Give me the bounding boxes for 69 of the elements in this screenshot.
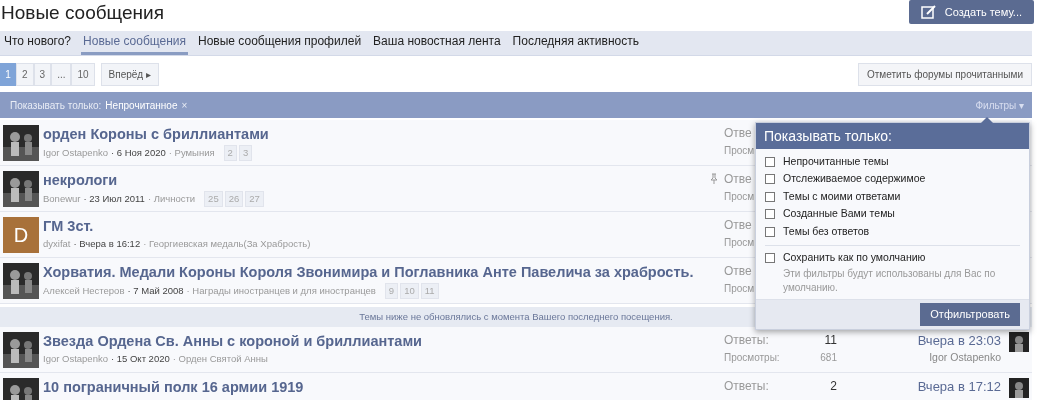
forum-link[interactable]: · Георгиевская медаль(За Храбрость) — [143, 237, 311, 251]
checkbox[interactable] — [765, 253, 775, 264]
page-link[interactable]: ... — [51, 62, 72, 86]
views-label: Просм — [724, 190, 755, 204]
thread-title[interactable]: Звезда Ордена Св. Анны с короной и бриллиантами — [43, 332, 709, 351]
popup-title: Показывать только: — [756, 123, 1029, 149]
mark-read-button[interactable]: Отметить форумы прочитанными — [858, 62, 1032, 86]
post-date: · 7 Май 2008 — [127, 284, 184, 298]
filter-option[interactable]: Непрочитанные темы — [765, 153, 1020, 171]
edit-icon — [920, 5, 937, 19]
nav-tab[interactable]: Что нового? — [2, 33, 74, 55]
replies-count: 11 — [824, 332, 838, 349]
page-link[interactable]: 2 — [16, 62, 34, 86]
replies-label: Отве — [724, 171, 752, 188]
checkbox[interactable] — [765, 156, 775, 167]
nav-tab[interactable]: Ваша новостная лента — [371, 33, 503, 55]
nav-tab[interactable]: Последняя активность — [510, 33, 641, 55]
thread-title[interactable]: Хорватия. Медали Короны Короля Звонимира и Поглавника Анте Павелича за храбрость. — [43, 263, 709, 282]
page-title: Новые сообщения — [1, 1, 164, 25]
forum-link[interactable]: · Румыния — [168, 146, 215, 160]
views-label: Просм — [724, 282, 755, 296]
filter-option[interactable]: Темы с моими ответами — [765, 188, 1020, 206]
user-avatar: D — [3, 217, 39, 253]
filter-option[interactable]: Отслеживаемое содержимое — [765, 170, 1020, 188]
nav-tab[interactable]: Новые сообщения — [81, 33, 188, 55]
checkbox[interactable] — [765, 191, 775, 202]
views-label: Просмотры: — [724, 351, 780, 365]
replies-count: 2 — [830, 378, 838, 395]
thread-title[interactable]: ГМ 3ст. — [43, 217, 709, 236]
replies-label: Ответы: — [724, 378, 769, 395]
author-link[interactable]: dyxifat — [43, 237, 71, 251]
forum-link[interactable]: · Награды иностранцев и для иностранцев — [186, 284, 376, 298]
replies-label: Отве — [724, 263, 752, 280]
thread-title[interactable]: орден Короны с бриллиантами — [43, 125, 709, 144]
filter-apply-button[interactable]: Отфильтровать — [920, 303, 1020, 326]
hint-text: Эти фильтры будут использованы для Вас по умолчанию. — [783, 267, 997, 295]
post-date: · 23 Июл 2011 — [83, 192, 145, 206]
checkbox[interactable] — [765, 174, 775, 185]
author-link[interactable]: Igor Ostapenko — [43, 352, 108, 366]
checkbox[interactable] — [765, 226, 775, 237]
replies-label: Отве — [724, 125, 752, 142]
filter-label: Показывать только: — [10, 98, 102, 113]
thread-title[interactable]: 10 пограничный полк 16 армии 1919 — [43, 378, 709, 397]
views-label: Просм — [724, 236, 755, 250]
nav-tab[interactable]: Новые сообщения профилей — [196, 33, 364, 55]
replies-label: Отве — [724, 217, 752, 234]
active-filter: Непрочитанное — [105, 98, 178, 113]
thread-title[interactable]: некрологи — [43, 171, 709, 190]
next-page-button[interactable]: Вперёд ▸ — [100, 62, 159, 86]
replies-label: Ответы: — [724, 332, 769, 349]
post-date: · 6 Ноя 2020 — [110, 146, 166, 160]
author-link[interactable]: Igor Ostapenko — [43, 146, 108, 160]
last-post-time[interactable]: Вчера в 17:12 — [841, 378, 1001, 395]
create-thread-button[interactable]: Создать тему... — [908, 0, 1034, 24]
views-count: 681 — [820, 351, 838, 365]
views-label: Просм — [724, 144, 755, 158]
post-date: · 15 Окт 2020 — [110, 352, 170, 366]
last-poster[interactable]: Igor Ostapenko — [841, 349, 1001, 366]
forum-link[interactable]: · Личности — [147, 192, 196, 206]
filter-option[interactable]: Сохранить как по умолчанию — [765, 249, 1020, 267]
checkbox[interactable] — [765, 209, 775, 220]
filter-option[interactable]: Созданные Вами темы — [765, 205, 1020, 223]
last-post-time[interactable]: Вчера в 23:03 — [841, 332, 1001, 349]
post-date: · Вчера в 16:12 — [73, 237, 141, 251]
filter-option[interactable]: Темы без ответов — [765, 223, 1020, 241]
page-link[interactable]: 10 — [71, 62, 95, 86]
author-link[interactable]: Алексей Нестеров — [43, 284, 125, 298]
author-link[interactable]: Bonewur — [43, 192, 81, 206]
forum-link[interactable]: · Орден Святой Анны — [172, 352, 268, 366]
